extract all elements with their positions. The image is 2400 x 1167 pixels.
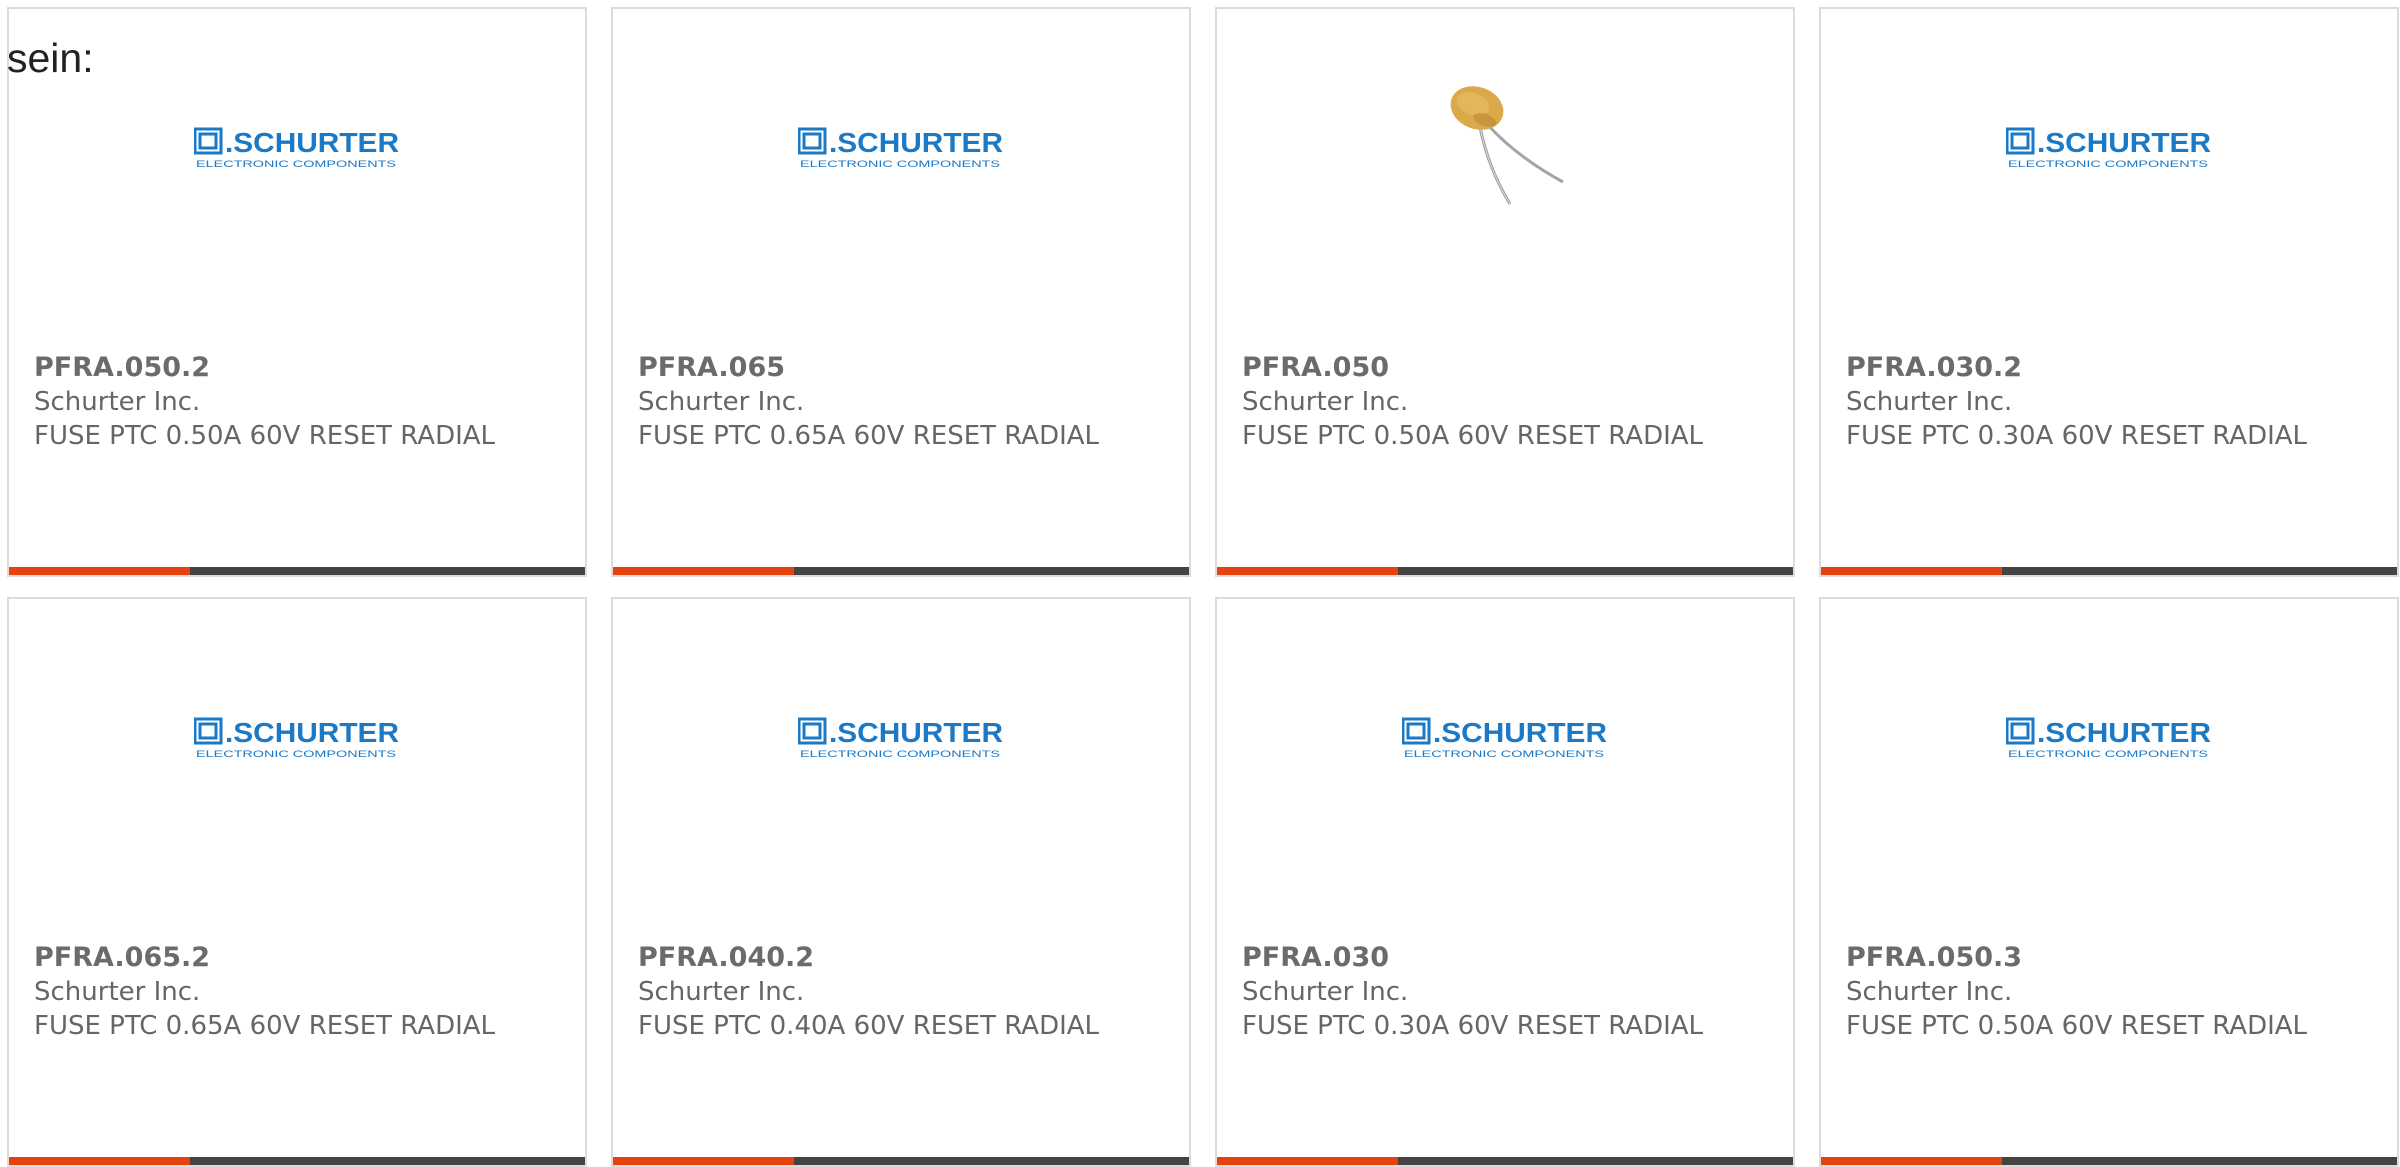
card-accent-bar	[613, 567, 794, 575]
product-image: .SCHURTER ELECTRONIC COMPONENTS	[613, 659, 1189, 879]
product-image: .SCHURTER ELECTRONIC COMPONENTS	[613, 69, 1189, 289]
schurter-logo: .SCHURTER ELECTRONIC COMPONENTS	[194, 127, 400, 171]
product-info: PFRA.065.2 Schurter Inc. FUSE PTC 0.65A …	[34, 941, 554, 1043]
product-card[interactable]: PFRA.050 Schurter Inc. FUSE PTC 0.50A 60…	[1215, 7, 1795, 577]
product-card[interactable]: .SCHURTER ELECTRONIC COMPONENTS PFRA.065…	[7, 597, 587, 1167]
part-number[interactable]: PFRA.050	[1242, 351, 1762, 385]
product-card[interactable]: .SCHURTER ELECTRONIC COMPONENTS PFRA.065…	[611, 7, 1191, 577]
manufacturer: Schurter Inc.	[34, 977, 201, 1007]
svg-text:.SCHURTER: .SCHURTER	[225, 717, 399, 748]
card-bottom-bar	[9, 1157, 585, 1165]
page: sein: .SCHURTER ELECTRONIC COMPONENTS PF…	[0, 0, 2400, 1167]
svg-text:ELECTRONIC COMPONENTS: ELECTRONIC COMPONENTS	[800, 749, 1000, 759]
product-info: PFRA.050.2 Schurter Inc. FUSE PTC 0.50A …	[34, 351, 554, 453]
card-bottom-bar	[1821, 567, 2397, 575]
svg-text:.SCHURTER: .SCHURTER	[829, 127, 1003, 158]
svg-text:.SCHURTER: .SCHURTER	[2037, 717, 2211, 748]
description: FUSE PTC 0.65A 60V RESET RADIAL	[34, 1011, 496, 1041]
card-accent-bar	[9, 567, 190, 575]
schurter-logo: .SCHURTER ELECTRONIC COMPONENTS	[194, 717, 400, 761]
manufacturer: Schurter Inc.	[1846, 387, 2013, 417]
intro-text: sein:	[7, 35, 94, 81]
product-grid: .SCHURTER ELECTRONIC COMPONENTS PFRA.050…	[7, 7, 2399, 1167]
schurter-logo: .SCHURTER ELECTRONIC COMPONENTS	[798, 127, 1004, 171]
svg-text:.SCHURTER: .SCHURTER	[829, 717, 1003, 748]
manufacturer: Schurter Inc.	[638, 387, 805, 417]
description: FUSE PTC 0.50A 60V RESET RADIAL	[1846, 1011, 2308, 1041]
card-accent-bar	[1217, 567, 1398, 575]
part-number[interactable]: PFRA.030.2	[1846, 351, 2366, 385]
manufacturer: Schurter Inc.	[1242, 387, 1409, 417]
part-number[interactable]: PFRA.030	[1242, 941, 1762, 975]
card-accent-bar	[9, 1157, 190, 1165]
svg-text:ELECTRONIC COMPONENTS: ELECTRONIC COMPONENTS	[1404, 749, 1604, 759]
product-info: PFRA.040.2 Schurter Inc. FUSE PTC 0.40A …	[638, 941, 1158, 1043]
product-card[interactable]: .SCHURTER ELECTRONIC COMPONENTS PFRA.040…	[611, 597, 1191, 1167]
product-card[interactable]: .SCHURTER ELECTRONIC COMPONENTS PFRA.030…	[1819, 7, 2399, 577]
description: FUSE PTC 0.65A 60V RESET RADIAL	[638, 421, 1100, 451]
description: FUSE PTC 0.40A 60V RESET RADIAL	[638, 1011, 1100, 1041]
schurter-logo: .SCHURTER ELECTRONIC COMPONENTS	[1402, 717, 1608, 761]
svg-text:ELECTRONIC COMPONENTS: ELECTRONIC COMPONENTS	[2008, 749, 2208, 759]
svg-text:.SCHURTER: .SCHURTER	[1433, 717, 1607, 748]
card-accent-bar	[1821, 1157, 2002, 1165]
card-bottom-bar	[9, 567, 585, 575]
manufacturer: Schurter Inc.	[34, 387, 201, 417]
product-image: .SCHURTER ELECTRONIC COMPONENTS	[9, 659, 585, 879]
manufacturer: Schurter Inc.	[638, 977, 805, 1007]
schurter-logo: .SCHURTER ELECTRONIC COMPONENTS	[2006, 717, 2212, 761]
svg-text:.SCHURTER: .SCHURTER	[2037, 127, 2211, 158]
card-accent-bar	[1217, 1157, 1398, 1165]
svg-text:ELECTRONIC COMPONENTS: ELECTRONIC COMPONENTS	[196, 749, 396, 759]
svg-text:ELECTRONIC COMPONENTS: ELECTRONIC COMPONENTS	[196, 159, 396, 169]
product-image: .SCHURTER ELECTRONIC COMPONENTS	[1821, 69, 2397, 289]
card-accent-bar	[1821, 567, 2002, 575]
card-bottom-bar	[613, 567, 1189, 575]
product-info: PFRA.065 Schurter Inc. FUSE PTC 0.65A 60…	[638, 351, 1158, 453]
product-info: PFRA.030 Schurter Inc. FUSE PTC 0.30A 60…	[1242, 941, 1762, 1043]
product-image: .SCHURTER ELECTRONIC COMPONENTS	[1821, 659, 2397, 879]
card-bottom-bar	[1217, 567, 1793, 575]
card-bottom-bar	[1821, 1157, 2397, 1165]
product-card[interactable]: .SCHURTER ELECTRONIC COMPONENTS PFRA.030…	[1215, 597, 1795, 1167]
product-image: .SCHURTER ELECTRONIC COMPONENTS	[9, 69, 585, 289]
radial-ptc-fuse-photo	[1450, 86, 1564, 205]
product-card[interactable]: .SCHURTER ELECTRONIC COMPONENTS PFRA.050…	[1819, 597, 2399, 1167]
manufacturer: Schurter Inc.	[1242, 977, 1409, 1007]
description: FUSE PTC 0.50A 60V RESET RADIAL	[34, 421, 496, 451]
description: FUSE PTC 0.30A 60V RESET RADIAL	[1242, 1011, 1704, 1041]
schurter-logo: .SCHURTER ELECTRONIC COMPONENTS	[2006, 127, 2212, 171]
part-number[interactable]: PFRA.050.3	[1846, 941, 2366, 975]
card-accent-bar	[613, 1157, 794, 1165]
part-number[interactable]: PFRA.050.2	[34, 351, 554, 385]
svg-text:ELECTRONIC COMPONENTS: ELECTRONIC COMPONENTS	[800, 159, 1000, 169]
part-number[interactable]: PFRA.065.2	[34, 941, 554, 975]
card-bottom-bar	[613, 1157, 1189, 1165]
product-info: PFRA.030.2 Schurter Inc. FUSE PTC 0.30A …	[1846, 351, 2366, 453]
product-info: PFRA.050.3 Schurter Inc. FUSE PTC 0.50A …	[1846, 941, 2366, 1043]
card-bottom-bar	[1217, 1157, 1793, 1165]
schurter-logo: .SCHURTER ELECTRONIC COMPONENTS	[798, 717, 1004, 761]
manufacturer: Schurter Inc.	[1846, 977, 2013, 1007]
svg-text:ELECTRONIC COMPONENTS: ELECTRONIC COMPONENTS	[2008, 159, 2208, 169]
part-number[interactable]: PFRA.065	[638, 351, 1158, 385]
product-info: PFRA.050 Schurter Inc. FUSE PTC 0.50A 60…	[1242, 351, 1762, 453]
product-image	[1217, 69, 1793, 289]
part-number[interactable]: PFRA.040.2	[638, 941, 1158, 975]
svg-text:.SCHURTER: .SCHURTER	[225, 127, 399, 158]
product-card[interactable]: .SCHURTER ELECTRONIC COMPONENTS PFRA.050…	[7, 7, 587, 577]
description: FUSE PTC 0.30A 60V RESET RADIAL	[1846, 421, 2308, 451]
product-image: .SCHURTER ELECTRONIC COMPONENTS	[1217, 659, 1793, 879]
description: FUSE PTC 0.50A 60V RESET RADIAL	[1242, 421, 1704, 451]
